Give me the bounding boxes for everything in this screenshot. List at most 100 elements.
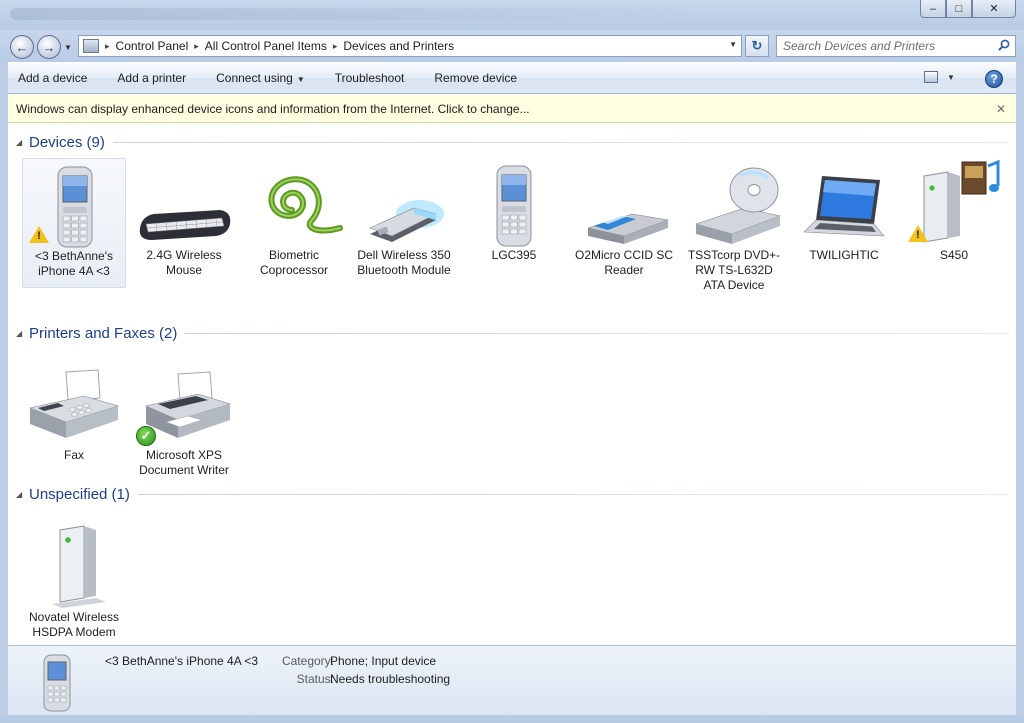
- breadcrumb-separator[interactable]: ▸: [333, 41, 338, 52]
- group-divider: [185, 332, 1010, 334]
- blurred-window-title: [10, 8, 690, 20]
- details-category-label: Category:: [281, 654, 334, 668]
- device-item[interactable]: O2Micro CCID SC Reader: [572, 158, 676, 278]
- maximize-button[interactable]: □: [946, 0, 972, 18]
- recent-pages-dropdown-icon[interactable]: ▼: [64, 43, 72, 52]
- info-bar-text[interactable]: Windows can display enhanced device icon…: [16, 102, 530, 116]
- chevron-down-icon: ▼: [296, 75, 305, 84]
- title-bar: – □ ✕: [0, 0, 1024, 30]
- chevron-down-icon: ▼: [947, 72, 955, 82]
- group-title-printers: Printers and Faxes (2): [29, 324, 178, 342]
- bluetooth-usb-icon: [352, 158, 456, 248]
- group-divider: [112, 141, 1010, 143]
- device-label: TSSTcorp DVD+-RW TS-L632D ATA Device: [687, 248, 781, 292]
- breadcrumb-all-items[interactable]: All Control Panel Items: [205, 39, 327, 53]
- device-item[interactable]: ! <3 BethAnne's iPhone 4A <3: [22, 158, 126, 288]
- device-label: <3 BethAnne's iPhone 4A <3: [34, 249, 114, 278]
- device-item[interactable]: 2.4G Wireless Mouse: [132, 158, 236, 278]
- remove-device-button[interactable]: Remove device: [434, 71, 517, 85]
- warning-mark: !: [37, 230, 41, 242]
- device-label: Microsoft XPS Document Writer: [139, 448, 229, 477]
- media-device-icon: !: [902, 158, 1006, 248]
- add-printer-button[interactable]: Add a printer: [117, 71, 186, 85]
- printer-icon: ✓: [132, 358, 236, 448]
- group-header-devices[interactable]: ◢ Devices (9): [8, 131, 1016, 153]
- device-label: S450: [939, 248, 969, 262]
- device-label: Novatel Wireless HSDPA Modem: [28, 610, 120, 639]
- view-icon: [924, 71, 938, 83]
- group-title-unspecified: Unspecified (1): [29, 485, 130, 503]
- breadcrumb-separator[interactable]: ▸: [194, 41, 199, 52]
- info-bar-close-icon[interactable]: ✕: [996, 102, 1006, 116]
- dvd-drive-icon: [682, 158, 786, 248]
- phone-icon: [43, 654, 71, 712]
- address-row: ← → ▼ ▸ Control Panel ▸ All Control Pane…: [0, 30, 1024, 62]
- window-frame-right: [1016, 62, 1024, 715]
- device-item[interactable]: Fax: [22, 358, 126, 463]
- command-bar: Add a device Add a printer Connect using…: [8, 62, 1016, 94]
- details-status-value: Needs troubleshooting: [330, 672, 451, 686]
- address-bar[interactable]: ▸ Control Panel ▸ All Control Panel Item…: [78, 35, 742, 57]
- connect-using-label: Connect using: [216, 71, 293, 85]
- info-bar[interactable]: Windows can display enhanced device icon…: [8, 95, 1016, 123]
- device-label: Biometric Coprocessor: [259, 248, 329, 277]
- device-item[interactable]: LGC395: [462, 158, 566, 263]
- phone-icon: !: [23, 159, 127, 249]
- keyboard-icon: [132, 158, 236, 248]
- details-category-value: Phone; Input device: [330, 654, 437, 668]
- device-label: Fax: [63, 448, 84, 462]
- device-item[interactable]: ✓ Microsoft XPS Document Writer: [132, 358, 236, 478]
- device-item[interactable]: Novatel Wireless HSDPA Modem: [22, 520, 126, 640]
- device-item[interactable]: TWILIGHTIC: [792, 158, 896, 263]
- collapse-triangle-icon[interactable]: ◢: [16, 138, 28, 147]
- device-label: O2Micro CCID SC Reader: [574, 248, 673, 277]
- device-item[interactable]: Dell Wireless 350 Bluetooth Module: [352, 158, 456, 278]
- address-dropdown-icon[interactable]: ▼: [729, 40, 737, 49]
- breadcrumb-separator[interactable]: ▸: [105, 41, 110, 52]
- biometric-swirl-icon: [242, 158, 346, 248]
- troubleshoot-button[interactable]: Troubleshoot: [335, 71, 405, 85]
- phone-icon: [462, 158, 566, 248]
- device-item[interactable]: Biometric Coprocessor: [242, 158, 346, 278]
- refresh-button[interactable]: ↻: [745, 35, 769, 57]
- breadcrumb-control-panel[interactable]: Control Panel: [116, 39, 189, 53]
- connect-using-button[interactable]: Connect using ▼: [216, 71, 305, 85]
- help-button[interactable]: ?: [985, 70, 1003, 88]
- control-panel-icon: [83, 39, 99, 53]
- modem-tower-icon: [22, 520, 126, 610]
- search-icon[interactable]: [998, 39, 1010, 51]
- device-item[interactable]: ! S450: [902, 158, 1006, 263]
- change-view-button[interactable]: ▼: [924, 71, 955, 83]
- default-printer-check-icon: ✓: [136, 426, 156, 446]
- search-box[interactable]: [776, 35, 1016, 57]
- device-item[interactable]: TSSTcorp DVD+-RW TS-L632D ATA Device: [682, 158, 786, 293]
- device-list: ◢ Devices (9) ! <3 BethAnne's iPhone 4A …: [8, 124, 1016, 644]
- device-label: Dell Wireless 350 Bluetooth Module: [357, 248, 451, 277]
- details-status-label: Status:: [296, 672, 334, 686]
- add-device-button[interactable]: Add a device: [18, 71, 87, 85]
- back-button[interactable]: ←: [10, 35, 34, 59]
- window-frame-bottom: [0, 715, 1024, 723]
- group-header-printers[interactable]: ◢ Printers and Faxes (2): [8, 322, 1016, 344]
- device-label: TWILIGHTIC: [809, 248, 879, 262]
- collapse-triangle-icon[interactable]: ◢: [16, 490, 28, 499]
- warning-mark: !: [916, 229, 920, 241]
- details-pane: <3 BethAnne's iPhone 4A <3 Category: Pho…: [8, 645, 1016, 715]
- group-divider: [137, 493, 1010, 495]
- window-controls: – □ ✕: [920, 0, 1016, 18]
- laptop-icon: [792, 158, 896, 248]
- fax-icon: [22, 358, 126, 448]
- device-label: 2.4G Wireless Mouse: [146, 248, 222, 277]
- close-button[interactable]: ✕: [972, 0, 1016, 18]
- card-reader-icon: [572, 158, 676, 248]
- device-label: LGC395: [491, 248, 537, 262]
- search-input[interactable]: [777, 36, 977, 56]
- details-device-name: <3 BethAnne's iPhone 4A <3: [105, 654, 259, 668]
- collapse-triangle-icon[interactable]: ◢: [16, 329, 28, 338]
- group-header-unspecified[interactable]: ◢ Unspecified (1): [8, 483, 1016, 505]
- forward-button[interactable]: →: [37, 35, 61, 59]
- minimize-button[interactable]: –: [920, 0, 946, 18]
- breadcrumb-devices-printers[interactable]: Devices and Printers: [343, 39, 454, 53]
- group-title-devices: Devices (9): [29, 133, 105, 151]
- window-frame-left: [0, 62, 8, 715]
